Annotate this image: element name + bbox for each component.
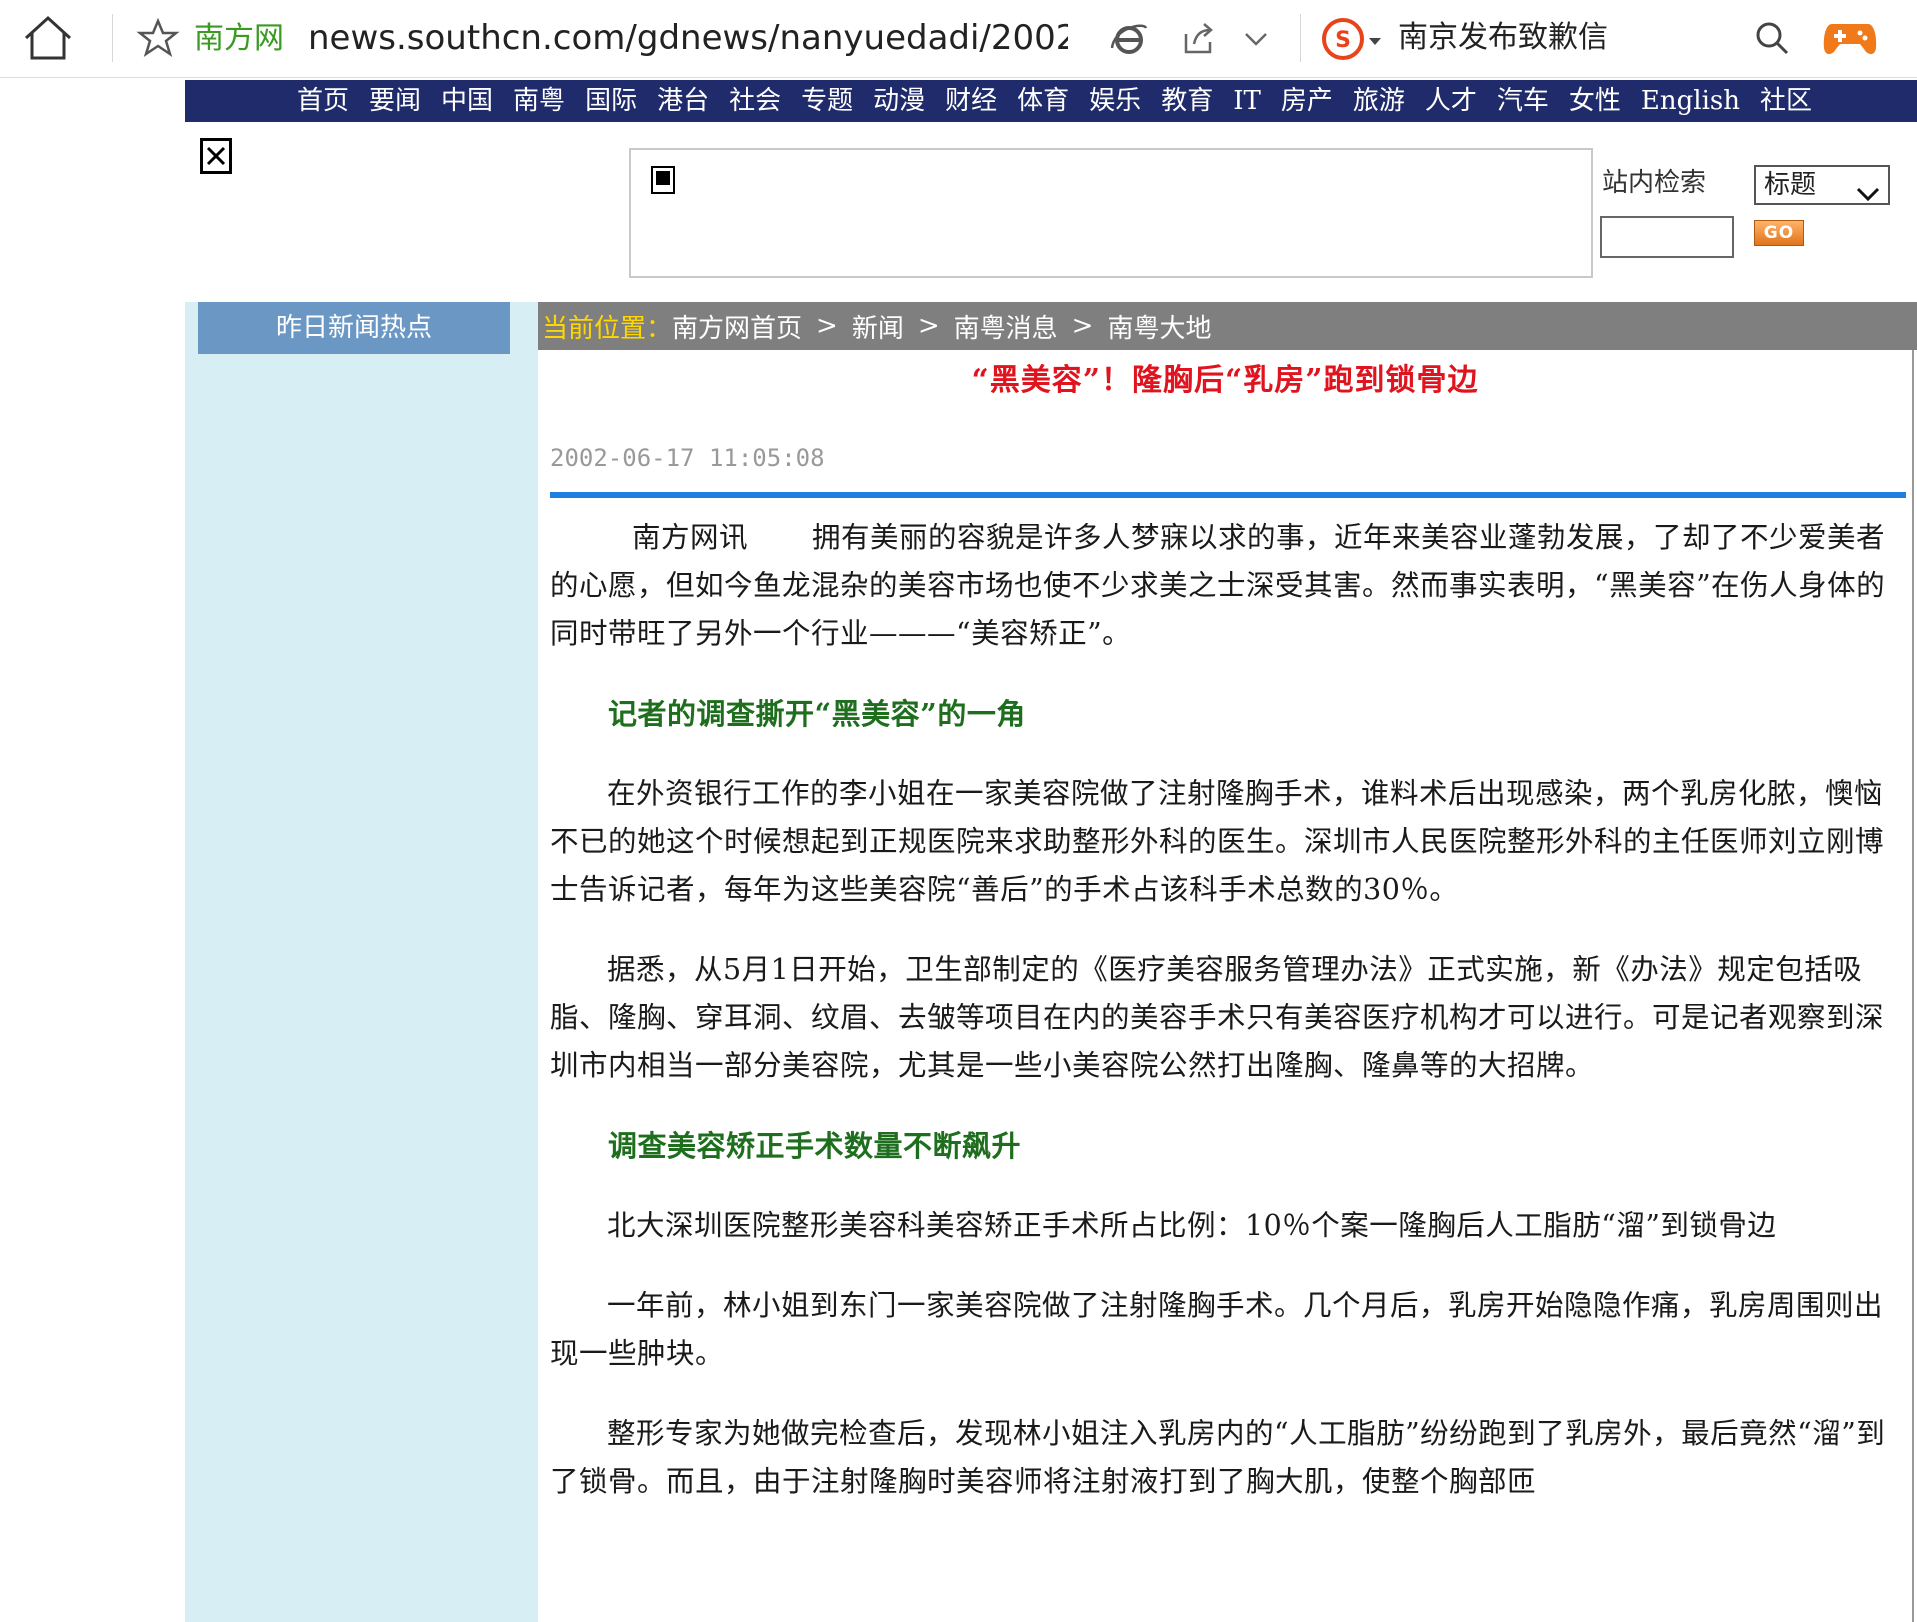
- article-paragraph: 北大深圳医院整形美容科美容矫正手术所占比例：10％个案一隆胸后人工脂肪“溜”到锁…: [607, 1209, 1777, 1242]
- breadcrumb-item-2[interactable]: 南粤消息: [954, 308, 1058, 345]
- nav-item-0[interactable]: 首页: [297, 80, 349, 122]
- svg-text:S: S: [1335, 28, 1351, 53]
- nav-item-1[interactable]: 要闻: [369, 80, 421, 122]
- nav-item-14[interactable]: 房产: [1281, 80, 1333, 122]
- game-controller-icon[interactable]: [1822, 16, 1878, 60]
- article-body: 南方网讯 拥有美丽的容貌是许多人梦寐以求的事，近年来美容业蓬勃发展，了却了不少爱美…: [550, 514, 1900, 1506]
- search-select-value: 标题: [1764, 170, 1817, 200]
- nav-item-4[interactable]: 国际: [585, 80, 637, 122]
- breadcrumb-item-0[interactable]: 南方网首页: [672, 308, 802, 345]
- nav-item-19[interactable]: English: [1641, 80, 1740, 122]
- nav-item-16[interactable]: 人才: [1425, 80, 1477, 122]
- article-title: “黑美容”！隆胸后“乳房”跑到锁骨边: [971, 363, 1479, 398]
- browser-toolbar: 南方网 news.southcn.com/gdnews/nanyuedadi/2…: [0, 0, 1917, 78]
- nav-item-3[interactable]: 南粤: [513, 80, 565, 122]
- ad-placeholder-icon: [651, 166, 675, 194]
- article-subhead: 记者的调查撕开“黑美容”的一角: [608, 697, 1026, 731]
- breadcrumb-label: 当前位置：: [542, 313, 673, 344]
- nav-item-11[interactable]: 娱乐: [1089, 80, 1141, 122]
- nav-item-18[interactable]: 女性: [1569, 80, 1621, 122]
- breadcrumb: 当前位置： 南方网首页 > 新闻 > 南粤消息 > 南粤大地: [538, 302, 1917, 350]
- site-name: 南方网: [194, 21, 284, 56]
- home-icon[interactable]: [20, 12, 76, 64]
- nav-item-10[interactable]: 体育: [1017, 80, 1069, 122]
- article-source: 南方网讯: [632, 521, 749, 554]
- nav-item-17[interactable]: 汽车: [1497, 80, 1549, 122]
- breadcrumb-separator: >: [1071, 311, 1094, 341]
- nav-item-12[interactable]: 教育: [1161, 80, 1213, 122]
- site-search-label: 站内检索: [1602, 168, 1707, 198]
- article-paragraph: 整形专家为她做完检查后，发现林小姐注入乳房内的“人工脂肪”纷纷跑到了乳房外，最后…: [550, 1417, 1886, 1498]
- nav-item-20[interactable]: 社区: [1760, 80, 1812, 122]
- address-bar[interactable]: news.southcn.com/gdnews/nanyuedadi/20020…: [308, 16, 1068, 60]
- breadcrumb-separator: >: [917, 311, 940, 341]
- nav-item-6[interactable]: 社会: [729, 80, 781, 122]
- nav-item-8[interactable]: 动漫: [873, 80, 925, 122]
- article-date: 2002-06-17 11:05:08: [550, 444, 825, 472]
- nav-item-9[interactable]: 财经: [945, 80, 997, 122]
- lead-text: 拥有美丽的容貌是许多人梦寐以求的事，近年来美容业蓬勃发展，了却了不少爱美者的心愿…: [550, 521, 1886, 650]
- breadcrumb-item-1[interactable]: 新闻: [852, 308, 904, 345]
- search-icon[interactable]: [1752, 18, 1792, 58]
- nav-item-5[interactable]: 港台: [657, 80, 709, 122]
- star-icon[interactable]: [136, 17, 180, 58]
- ie-icon[interactable]: [1108, 18, 1150, 60]
- nav-item-15[interactable]: 旅游: [1353, 80, 1405, 122]
- close-icon[interactable]: [200, 138, 232, 174]
- sidebar-header: 昨日新闻热点: [198, 302, 510, 354]
- toolbar-divider: [112, 14, 113, 62]
- chevron-down-icon[interactable]: [1238, 22, 1274, 56]
- nav-item-7[interactable]: 专题: [801, 80, 853, 122]
- article-lead: 南方网讯 拥有美丽的容貌是许多人梦寐以求的事，近年来美容业蓬勃发展，了却了不少爱美…: [550, 514, 1900, 658]
- content-border: [1912, 350, 1914, 1622]
- breadcrumb-separator: >: [816, 311, 838, 341]
- browser-search-hint[interactable]: 南京发布致歉信: [1398, 18, 1608, 58]
- search-field-select[interactable]: 标题: [1754, 165, 1890, 205]
- article-subhead: 调查美容矫正手术数量不断飙升: [608, 1129, 1022, 1163]
- title-divider: [550, 492, 1906, 498]
- site-search-input[interactable]: [1600, 216, 1734, 258]
- article-paragraph: 在外资银行工作的李小姐在一家美容院做了注射隆胸手术，谁料术后出现感染，两个乳房化…: [550, 777, 1885, 906]
- breadcrumb-item-3[interactable]: 南粤大地: [1107, 308, 1211, 345]
- nav-item-2[interactable]: 中国: [441, 80, 493, 122]
- main-nav: 首页 要闻 中国 南粤 国际 港台 社会 专题 动漫 财经 体育 娱乐 教育 IT 房产 旅游 人才 汽车 女性 En…: [185, 80, 1917, 122]
- article-paragraph: 一年前，林小姐到东门一家美容院做了注射隆胸手术。几个月后，乳房开始隐隐作痛，乳房…: [550, 1289, 1884, 1370]
- article-paragraph: 据悉，从5月1日开始，卫生部制定的《医疗美容服务管理办法》正式实施，新《办法》规…: [550, 953, 1885, 1082]
- nav-item-13[interactable]: IT: [1233, 80, 1261, 122]
- go-button[interactable]: GO: [1754, 220, 1804, 246]
- chevron-down-icon: [1856, 177, 1880, 202]
- sogou-icon[interactable]: S: [1320, 16, 1366, 62]
- ad-frame[interactable]: [629, 148, 1593, 278]
- sogou-dropdown-icon[interactable]: [1368, 32, 1382, 45]
- toolbar-divider: [1300, 14, 1301, 62]
- share-icon[interactable]: [1178, 20, 1218, 58]
- sidebar: 昨日新闻热点: [185, 302, 538, 1622]
